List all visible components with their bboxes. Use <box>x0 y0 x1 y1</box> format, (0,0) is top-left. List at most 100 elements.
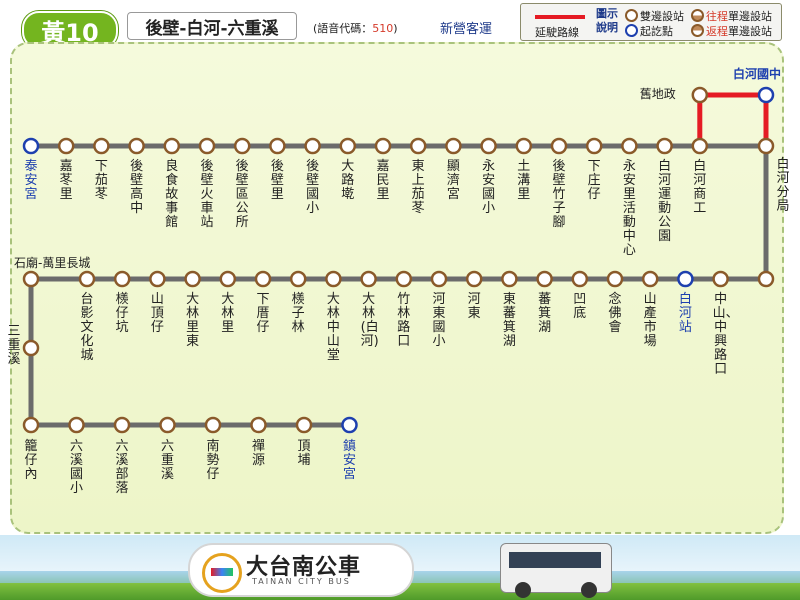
bus-wheel-icon <box>581 582 597 598</box>
stop-label: 頂埔 <box>297 439 311 468</box>
bus-stop-marker <box>536 270 553 288</box>
bus-stop-marker <box>641 270 659 288</box>
route-map-page: 黃10 後壁-白河-六重溪 (語音代碼：510) 新營客運 延駛路線 圖示說明 … <box>0 0 800 600</box>
footer-banner: 大台南公車 TAINAN CITY BUS <box>0 535 800 600</box>
stop-label: 泰安宮 <box>24 159 38 202</box>
stop-label: 白河運動公園 <box>658 159 672 244</box>
stop-label: 籠仔內 <box>24 439 38 482</box>
stop-label: 白河分局 <box>776 157 790 214</box>
stop-label: 石廟-萬里長城 <box>14 256 91 270</box>
stop-label: 六溪部落 <box>115 439 129 496</box>
stop-label: 東蕃箕湖 <box>502 292 516 349</box>
stop-label: 大林(白河) <box>360 292 379 349</box>
stop-label: 大林中山堂 <box>326 292 340 363</box>
bus-stop-marker <box>480 137 497 155</box>
stop-label: 後壁里 <box>270 159 284 202</box>
stop-label: 下茄苳 <box>94 159 108 202</box>
bus-stop-marker <box>341 416 358 434</box>
stop-label: 中山、中興路口 <box>712 292 739 377</box>
stop-label: 舊地政 <box>639 87 676 101</box>
bus-stop-marker <box>219 270 237 288</box>
bus-stop-marker <box>325 270 342 288</box>
stop-label: 嘉苳里 <box>59 159 73 202</box>
stop-label: 河東 <box>467 292 481 321</box>
bus-stop-marker <box>184 270 201 288</box>
bus-stop-marker <box>656 137 673 155</box>
stop-label: 良食故事館 <box>165 159 179 230</box>
stop-label: 台影文化城 <box>80 292 94 363</box>
bus-stop-marker <box>289 270 307 288</box>
bus-stop-marker <box>304 137 321 155</box>
stop-label: 檨仔坑 <box>115 292 129 335</box>
bus-stop-marker <box>409 137 427 155</box>
bus-stop-marker <box>430 270 448 288</box>
bus-stop-marker <box>339 137 357 155</box>
bus-stop-marker <box>113 270 131 288</box>
bus-stop-marker <box>128 137 145 155</box>
stop-label: 竹林路口 <box>397 292 411 349</box>
bus-stop-marker <box>585 137 603 155</box>
stop-label: 檨子林 <box>291 292 305 335</box>
stop-label: 後壁火車站 <box>200 159 214 230</box>
bus-stop-marker <box>501 270 518 288</box>
bus-stop-marker <box>93 137 110 155</box>
bus-stop-marker <box>757 270 775 288</box>
stop-label: 鎮安宮 <box>342 439 356 482</box>
bus-stop-marker <box>571 270 589 288</box>
bus-stop-marker <box>269 137 286 155</box>
stop-label: 顯濟宮 <box>446 159 460 202</box>
bus-stop-marker <box>233 137 251 155</box>
stop-label: 東上茄苳 <box>411 159 425 216</box>
stop-label: 嘉民里 <box>376 159 390 202</box>
stop-label: 土溝里 <box>517 159 531 202</box>
bus-stop-marker <box>198 137 216 155</box>
bus-stop-marker <box>22 416 40 434</box>
stop-label: 後壁高中 <box>130 159 144 216</box>
bus-stop-marker <box>295 416 313 434</box>
stop-label: 白河商工 <box>693 159 707 216</box>
stop-label: 念佛會 <box>608 292 622 335</box>
bus-stop-marker <box>68 416 85 434</box>
bus-stop-marker <box>78 270 96 288</box>
stop-label: 山產市場 <box>643 292 657 349</box>
stop-label: 凹底 <box>573 292 587 321</box>
stop-label: 白河站 <box>678 292 692 335</box>
bus-stop-marker <box>395 270 413 288</box>
stop-label: 六溪國小 <box>69 439 83 496</box>
bus-stop-marker <box>159 416 176 434</box>
stop-label: 大林里東 <box>186 292 200 349</box>
bus-stop-marker <box>57 137 75 155</box>
stop-label: 白河國中 <box>733 67 782 81</box>
bus-stop-marker <box>374 137 392 155</box>
bus-stop-marker <box>757 137 775 155</box>
bus-stop-marker <box>360 270 377 288</box>
stop-label: 禪源 <box>251 439 265 468</box>
route-stops <box>22 86 775 434</box>
bus-stop-marker <box>606 270 624 288</box>
stop-label: 南勢仔 <box>206 439 220 482</box>
stop-label: 山頂仔 <box>150 292 164 335</box>
bus-window <box>509 552 601 568</box>
logo-emblem-icon <box>202 553 242 593</box>
stop-label: 下厝仔 <box>256 292 270 335</box>
bus-stop-marker <box>204 416 222 434</box>
logo-subtext: TAINAN CITY BUS <box>252 577 351 586</box>
bus-stop-marker <box>22 137 40 155</box>
bus-stop-marker <box>550 137 568 155</box>
bus-stop-marker <box>149 270 166 288</box>
bus-stop-marker <box>250 416 267 434</box>
bus-stop-marker <box>22 339 40 357</box>
stop-label: 三重溪 <box>7 324 21 367</box>
stop-label: 大林里 <box>221 292 235 335</box>
bus-stop-marker <box>691 137 709 155</box>
stop-label: 後壁竹子腳 <box>552 159 566 230</box>
stop-label: 後壁國小 <box>306 159 320 216</box>
bus-stop-marker <box>621 137 638 155</box>
stop-label: 後壁區公所 <box>235 159 249 230</box>
bus-illustration-icon <box>500 543 612 598</box>
bus-stop-marker <box>445 137 462 155</box>
stop-label: 蕃箕湖 <box>538 292 552 335</box>
bus-stop-marker <box>22 270 40 288</box>
bus-stop-marker <box>113 416 131 434</box>
stop-label: 大路墘 <box>341 159 355 202</box>
